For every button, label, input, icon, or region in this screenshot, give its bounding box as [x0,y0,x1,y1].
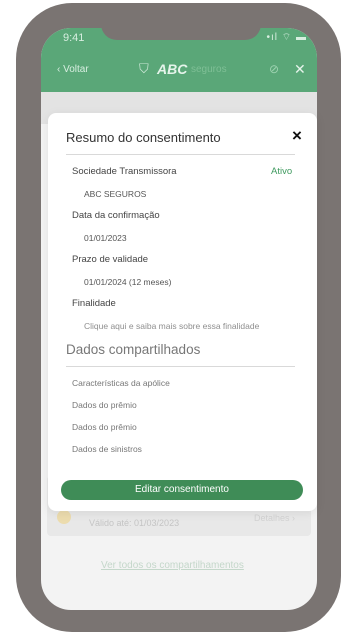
sociedade-label: Sociedade Transmissora [72,166,177,177]
list-item: Dados de sinistros [72,444,142,454]
sociedade-value: ABC SEGUROS [84,189,147,199]
finalidade-label: Finalidade [72,298,116,309]
back-button[interactable]: ‹ Voltar [57,64,89,75]
background-card-text: Válido até: 01/03/2023 [89,518,180,528]
eye-off-icon[interactable]: ⊘ [269,62,279,76]
shield-icon: ⛉ [139,61,149,76]
validade-label: Prazo de validade [72,254,149,265]
background-avatar [57,510,71,524]
list-item: Características da apólice [72,378,170,388]
close-icon[interactable]: × [292,126,302,146]
brand-sub: seguros [191,64,227,75]
consent-summary-modal: Resumo do consentimento × Sociedade Tran… [48,113,317,511]
status-icons: •ıl ⌔ ▬ [266,32,307,43]
status-time: 9:41 [63,32,85,44]
validade-value: 01/01/2024 (12 meses) [84,277,172,287]
close-icon[interactable]: ✕ [294,61,306,78]
edit-consent-button[interactable]: Editar consentimento [61,480,303,500]
background-link: Ver todos os compartilhamentos [101,560,244,571]
brand-logo: ABC [157,61,188,77]
modal-title: Resumo do consentimento [66,130,221,145]
phone-notch [101,28,261,40]
finalidade-link[interactable]: Clique aqui e saiba mais sobre essa fina… [84,321,259,331]
background-card-right: Detalhes › [254,513,296,523]
list-item: Dados do prêmio [72,422,137,432]
dados-title: Dados compartilhados [66,342,201,357]
divider [66,366,295,367]
status-badge: Ativo [271,166,293,177]
confirmacao-label: Data da confirmação [72,210,160,221]
divider [66,154,295,155]
list-item: Dados do prêmio [72,400,137,410]
confirmacao-value: 01/01/2023 [84,233,127,243]
